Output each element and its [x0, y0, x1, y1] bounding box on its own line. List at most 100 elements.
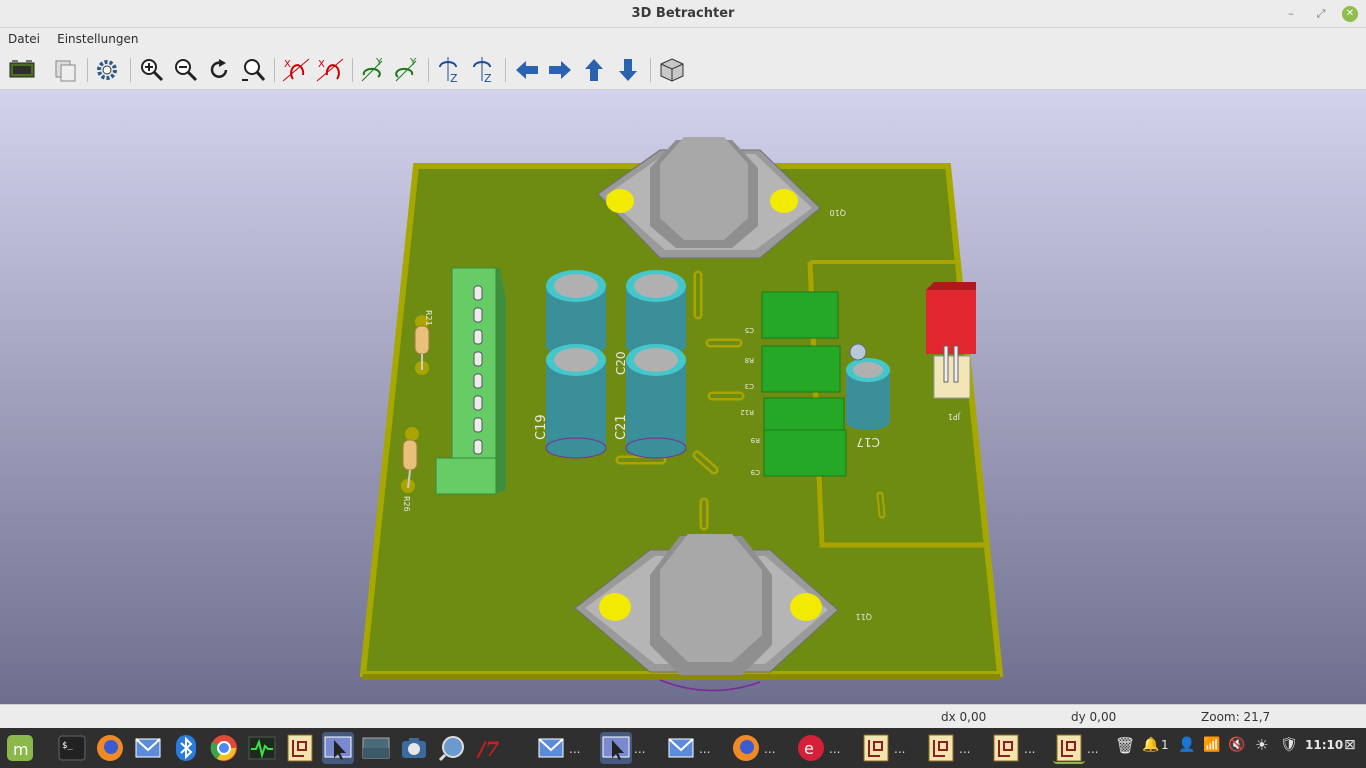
- resistor-block-c5: [761, 291, 839, 339]
- toolbar-separator: [130, 58, 131, 82]
- status-bar: dx 0,00 dy 0,00 Zoom: 21,7: [0, 704, 1366, 728]
- silk-q10: Q10: [830, 208, 846, 217]
- move-down-icon[interactable]: [613, 55, 643, 85]
- svg-text:/7: /7: [476, 737, 499, 761]
- svg-text:e: e: [804, 739, 814, 758]
- kicad-logo-icon[interactable]: /7: [474, 732, 506, 764]
- status-dx: dx 0,00: [941, 710, 987, 724]
- user-icon[interactable]: 👤: [1178, 737, 1195, 753]
- svg-text:m: m: [13, 740, 29, 759]
- silk-r26: R26: [402, 496, 411, 512]
- mail-window-icon[interactable]: ...: [535, 732, 580, 764]
- screenshot-tool-icon[interactable]: [322, 732, 354, 764]
- screenshot-window-icon[interactable]: ...: [600, 732, 645, 764]
- rotate-x-cw-icon[interactable]: X: [281, 55, 311, 85]
- silk-r12: R12: [740, 408, 754, 416]
- rotate-y-ccw-icon[interactable]: Y: [392, 55, 422, 85]
- led-red: [926, 282, 976, 354]
- copy-image-icon[interactable]: [50, 55, 80, 85]
- kicad-window-1-icon[interactable]: ...: [860, 732, 905, 764]
- svg-text:X: X: [318, 59, 325, 70]
- move-up-icon[interactable]: [579, 55, 609, 85]
- kicad-schematic-icon[interactable]: [284, 732, 316, 764]
- orthographic-icon[interactable]: [657, 55, 687, 85]
- shield-icon[interactable]: 🛡: [1280, 737, 1298, 753]
- restore-button[interactable]: ⤢: [1313, 6, 1329, 22]
- resistor-block-r8: [761, 345, 841, 393]
- chromium-icon[interactable]: [208, 732, 240, 764]
- notification-icon[interactable]: 🔔: [1142, 737, 1159, 753]
- silk-c3: C3: [745, 382, 754, 390]
- rotate-z-cw-icon[interactable]: Z: [434, 55, 464, 85]
- toolbar-separator: [352, 58, 353, 82]
- pcb-render: C19 C21 C17 C20 R21 R26 Q10 Q11 JP1 C5 R…: [359, 137, 1004, 692]
- 3d-viewport[interactable]: C19 C21 C17 C20 R21 R26 Q10 Q11 JP1 C5 R…: [0, 90, 1366, 704]
- silk-r8: R8: [745, 356, 754, 364]
- move-left-icon[interactable]: [512, 55, 542, 85]
- volume-icon[interactable]: 🔇: [1228, 737, 1245, 753]
- toolbar-separator: [274, 58, 275, 82]
- silk-c5: C5: [745, 326, 754, 334]
- svg-text:$_: $_: [62, 741, 73, 751]
- window-titlebar: 3D Betrachter – ⤢ ✕: [0, 0, 1366, 28]
- show-desktop-icon[interactable]: ⊠: [1344, 737, 1356, 753]
- firefox-icon[interactable]: [94, 732, 126, 764]
- svg-text:Z: Z: [450, 72, 458, 85]
- silk-r21: R21: [424, 310, 433, 326]
- notification-count: 1: [1161, 738, 1169, 752]
- zoom-fit-icon[interactable]: [238, 55, 268, 85]
- resistor-block-c9: [763, 429, 847, 477]
- status-dy: dy 0,00: [1071, 710, 1117, 724]
- wifi-icon[interactable]: 📶: [1203, 737, 1220, 753]
- reload-board-icon[interactable]: [7, 55, 37, 85]
- toolbar-separator: [650, 58, 651, 82]
- capacitor-c20: [626, 270, 686, 356]
- settings-gear-icon[interactable]: [92, 55, 122, 85]
- zoom-out-icon[interactable]: [171, 55, 201, 85]
- kicad-window-4-icon[interactable]: ...: [1053, 732, 1098, 764]
- silk-c9: C9: [751, 468, 760, 476]
- mail-window-2-icon[interactable]: ...: [665, 732, 710, 764]
- status-zoom: Zoom: 21,7: [1201, 710, 1271, 724]
- toolbar-separator: [87, 58, 88, 82]
- menu-einstellungen[interactable]: Einstellungen: [53, 29, 142, 46]
- silk-c19: C19: [534, 414, 549, 440]
- firefox-window-icon[interactable]: ...: [730, 732, 775, 764]
- rotate-x-ccw-icon[interactable]: X: [315, 55, 345, 85]
- window-title: 3D Betrachter: [631, 6, 735, 21]
- silk-c20: C20: [614, 351, 628, 375]
- editor-window-icon[interactable]: e ...: [795, 732, 840, 764]
- brightness-icon[interactable]: ☀: [1255, 736, 1268, 754]
- system-monitor-icon[interactable]: [246, 732, 278, 764]
- kicad-window-2-icon[interactable]: ...: [925, 732, 970, 764]
- capacitor-c21: [625, 344, 687, 459]
- move-right-icon[interactable]: [545, 55, 575, 85]
- silk-c17: C17: [856, 435, 880, 449]
- close-button[interactable]: ✕: [1342, 6, 1358, 22]
- clock[interactable]: 11:10: [1305, 738, 1343, 752]
- mint-menu-icon[interactable]: m: [4, 732, 36, 764]
- silk-jp1: JP1: [948, 412, 961, 421]
- silk-r9: R9: [751, 436, 760, 444]
- magnifier-icon[interactable]: [436, 732, 468, 764]
- bluetooth-icon[interactable]: [170, 732, 202, 764]
- rotate-y-cw-icon[interactable]: Y: [358, 55, 388, 85]
- silk-q11: Q11: [856, 612, 872, 621]
- trash-icon[interactable]: 🗑: [1115, 736, 1135, 755]
- silk-c21: C21: [614, 414, 629, 440]
- toolbar-separator: [505, 58, 506, 82]
- capacitor-c17: [846, 358, 890, 430]
- terminal-icon[interactable]: $_: [56, 732, 88, 764]
- camera-icon[interactable]: [398, 732, 430, 764]
- menu-datei[interactable]: Datei: [4, 29, 44, 46]
- mail-icon[interactable]: [132, 732, 164, 764]
- capacitor-c19: [545, 344, 607, 459]
- toolbar-separator: [428, 58, 429, 82]
- minimize-button[interactable]: –: [1283, 6, 1299, 22]
- kicad-window-3-icon[interactable]: ...: [990, 732, 1035, 764]
- rotate-z-ccw-icon[interactable]: Z: [468, 55, 498, 85]
- zoom-in-icon[interactable]: [137, 55, 167, 85]
- taskbar: m $_ /7 ... ... ... ... e ... ... ... ..…: [0, 728, 1366, 768]
- redraw-icon[interactable]: [204, 55, 234, 85]
- desktop-icon[interactable]: [360, 732, 392, 764]
